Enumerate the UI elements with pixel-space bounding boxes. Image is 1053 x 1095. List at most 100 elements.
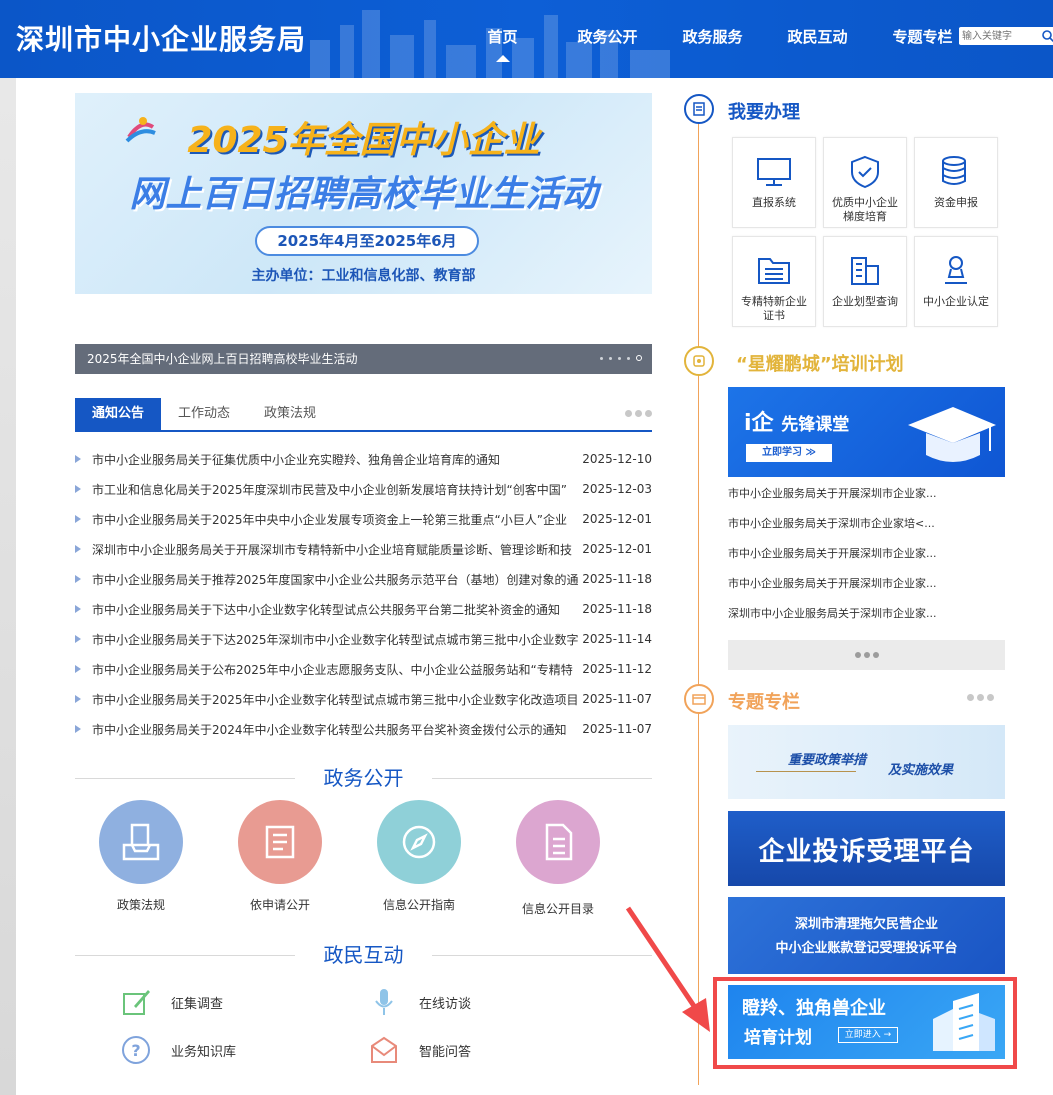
list-item[interactable]: 市中小企业服务局关于深圳市企业家培<... (728, 510, 1005, 540)
banner-title-line1: 2025年全国中小企业 (187, 120, 540, 161)
list-item[interactable]: 市中小企业服务局关于公布2025年中小企业志愿服务支队、中小企业公益服务站和“专… (75, 654, 652, 684)
handle-direct-report[interactable]: 直报系统 (732, 137, 816, 228)
topic-arrears-platform[interactable]: 深圳市清理拖欠民营企业 中小企业账款登记受理投诉平台 (728, 897, 1005, 974)
tray-icon (99, 800, 183, 884)
gov-open-items: 政策法规 依申请公开 信息公开指南 信息公开目录 (75, 800, 652, 920)
svg-text:?: ? (131, 1041, 140, 1060)
list-item[interactable]: 市中小企业服务局关于下达中小企业数字化转型试点公共服务平台第二批奖补资金的通知 2… (75, 594, 652, 624)
banner-image: 2025年全国中小企业 网上百日招聘高校毕业生活动 2025年4月至2025年6… (75, 93, 652, 294)
gov-open-guide[interactable]: 信息公开指南 (364, 800, 474, 913)
enter-now-button[interactable]: 立即进入 → (838, 1027, 898, 1043)
topics-more-icon[interactable] (967, 694, 994, 701)
page-side-shade (0, 78, 16, 1095)
nav-home[interactable]: 首页 (450, 0, 555, 78)
more-icon[interactable] (625, 410, 652, 417)
site-title[interactable]: 深圳市中小企业服务局 (16, 18, 306, 58)
carousel-dot[interactable] (600, 356, 603, 360)
gov-open-policies[interactable]: 政策法规 (86, 800, 196, 913)
carousel-dot[interactable] (627, 356, 630, 360)
database-icon (915, 152, 997, 192)
carousel-dots (600, 355, 642, 361)
handle-quality-cultivation[interactable]: 优质中小企业梯度培育 (823, 137, 907, 228)
microphone-icon (367, 985, 401, 1019)
pointer-arrow-icon (625, 906, 710, 1032)
interaction-survey[interactable]: 征集调查 (119, 985, 223, 1019)
gov-open-catalog[interactable]: 信息公开目录 (503, 800, 613, 917)
news-tabs: 通知公告 工作动态 政策法规 (75, 398, 652, 432)
nav-gov-service[interactable]: 政务服务 (660, 0, 765, 78)
folder-list-icon (733, 251, 815, 291)
bullet-icon (75, 665, 81, 673)
handle-fund-application[interactable]: 资金申报 (914, 137, 998, 228)
banner-date: 2025年4月至2025年6月 (255, 226, 479, 256)
carousel-dot[interactable] (609, 356, 612, 360)
handle-enterprise-type-query[interactable]: 企业划型查询 (823, 236, 907, 327)
building-icon (824, 251, 906, 291)
carousel-dot-active[interactable] (636, 355, 642, 361)
learn-now-button[interactable]: 立即学习 ≫ (746, 444, 832, 462)
news-list: 市中小企业服务局关于征集优质中小企业充实瞪羚、独角兽企业培育库的通知 2025-1… (75, 444, 652, 744)
graduation-cap-icon (908, 407, 996, 462)
handle-node-icon (684, 94, 714, 124)
bullet-icon (75, 635, 81, 643)
pioneer-class-banner[interactable]: i企 先锋课堂 立即学习 ≫ (728, 387, 1005, 477)
tab-policies[interactable]: 政策法规 (247, 398, 333, 430)
list-item[interactable]: 市中小企业服务局关于开展深圳市企业家... (728, 540, 1005, 570)
topics-title: 专题专栏 (728, 692, 800, 713)
handle-title: 我要办理 (728, 102, 800, 123)
pioneer-title: i企 先锋课堂 (744, 411, 850, 436)
bullet-icon (75, 725, 81, 733)
carousel-dot[interactable] (618, 356, 621, 360)
nav-interaction[interactable]: 政民互动 (765, 0, 870, 78)
document-icon (238, 800, 322, 884)
tab-work-news[interactable]: 工作动态 (161, 398, 247, 430)
banner-title-line2: 网上百日招聘高校毕业生活动 (129, 174, 598, 215)
list-item[interactable]: 市中小企业服务局关于2025年中小企业数字化转型试点城市第三批中小企业数字化改造… (75, 684, 652, 714)
handle-grid: 直报系统 优质中小企业梯度培育 资金申报 专精特新企业证书 企业划型查询 中小企… (732, 137, 1000, 329)
search-box (959, 27, 1053, 45)
banner-caption[interactable]: 2025年全国中小企业网上百日招聘高校毕业生活动 (75, 344, 652, 374)
list-item[interactable]: 市中小企业服务局关于开展深圳市企业家... (728, 480, 1005, 510)
topic-complaint-platform[interactable]: 企业投诉受理平台 (728, 811, 1005, 886)
list-item[interactable]: 市中小企业服务局关于2024年中小企业数字化转型公共服务平台奖补资金拨付公示的通… (75, 714, 652, 744)
bullet-icon (75, 515, 81, 523)
training-node-icon (684, 346, 714, 376)
handle-sme-certification[interactable]: 中小企业认定 (914, 236, 998, 327)
topic-gazelle-unicorn[interactable]: 瞪羚、独角兽企业 培育计划 立即进入 → (728, 985, 1005, 1059)
interaction-interview[interactable]: 在线访谈 (367, 985, 471, 1019)
interaction-knowledge[interactable]: ? 业务知识库 (119, 1033, 236, 1067)
bullet-icon (75, 545, 81, 553)
list-item[interactable]: 市中小企业服务局关于2025年中央中小企业发展专项资金上一轮第三批重点“小巨人”… (75, 504, 652, 534)
interaction-qa[interactable]: 智能问答 (367, 1033, 471, 1067)
list-item[interactable]: 市中小企业服务局关于开展深圳市企业家... (728, 570, 1005, 600)
bullet-icon (75, 485, 81, 493)
search-input[interactable] (959, 28, 1041, 44)
list-item[interactable]: 市中小企业服务局关于推荐2025年度国家中小企业公共服务示范平台（基地）创建对象… (75, 564, 652, 594)
training-title: “星耀鹏城”培训计划 (736, 354, 904, 375)
interaction-heading: 政民互动 (75, 941, 652, 969)
search-icon[interactable] (1041, 29, 1053, 43)
file-icon (516, 800, 600, 884)
list-item[interactable]: 市工业和信息化局关于2025年度深圳市民营及中小企业创新发展培育扶持计划“创客中… (75, 474, 652, 504)
question-icon: ? (119, 1033, 153, 1067)
list-item[interactable]: 深圳市中小企业服务局关于开展深圳市专精特新中小企业培育赋能质量诊断、管理诊断和技… (75, 534, 652, 564)
monitor-icon (733, 152, 815, 192)
bullet-icon (75, 575, 81, 583)
section-title: 政民互动 (323, 943, 404, 967)
training-more-button[interactable] (728, 640, 1005, 670)
main-banner[interactable]: 2025年全国中小企业 网上百日招聘高校毕业生活动 2025年4月至2025年6… (75, 93, 652, 374)
handle-specialized-certificate[interactable]: 专精特新企业证书 (732, 236, 816, 327)
tab-notices[interactable]: 通知公告 (75, 398, 162, 430)
topic-policy-effect[interactable]: 重要政策举措 及实施效果 (728, 725, 1005, 799)
gov-open-heading: 政务公开 (75, 764, 652, 792)
pencil-icon (119, 985, 153, 1019)
list-item[interactable]: 市中小企业服务局关于下达2025年深圳市中小企业数字化转型试点城市第三批中小企业… (75, 624, 652, 654)
main-nav: 首页 政务公开 政务服务 政民互动 专题专栏 (450, 0, 975, 78)
nav-gov-open[interactable]: 政务公开 (555, 0, 660, 78)
list-item[interactable]: 深圳市中小企业服务局关于深圳市企业家... (728, 600, 1005, 630)
gov-open-request[interactable]: 依申请公开 (225, 800, 335, 913)
bullet-icon (75, 455, 81, 463)
banner-organizer: 主办单位：工业和信息化部、教育部 (251, 268, 476, 284)
site-header: 深圳市中小企业服务局 首页 政务公开 政务服务 政民互动 专题专栏 (0, 0, 1053, 78)
list-item[interactable]: 市中小企业服务局关于征集优质中小企业充实瞪羚、独角兽企业培育库的通知 2025-1… (75, 444, 652, 474)
